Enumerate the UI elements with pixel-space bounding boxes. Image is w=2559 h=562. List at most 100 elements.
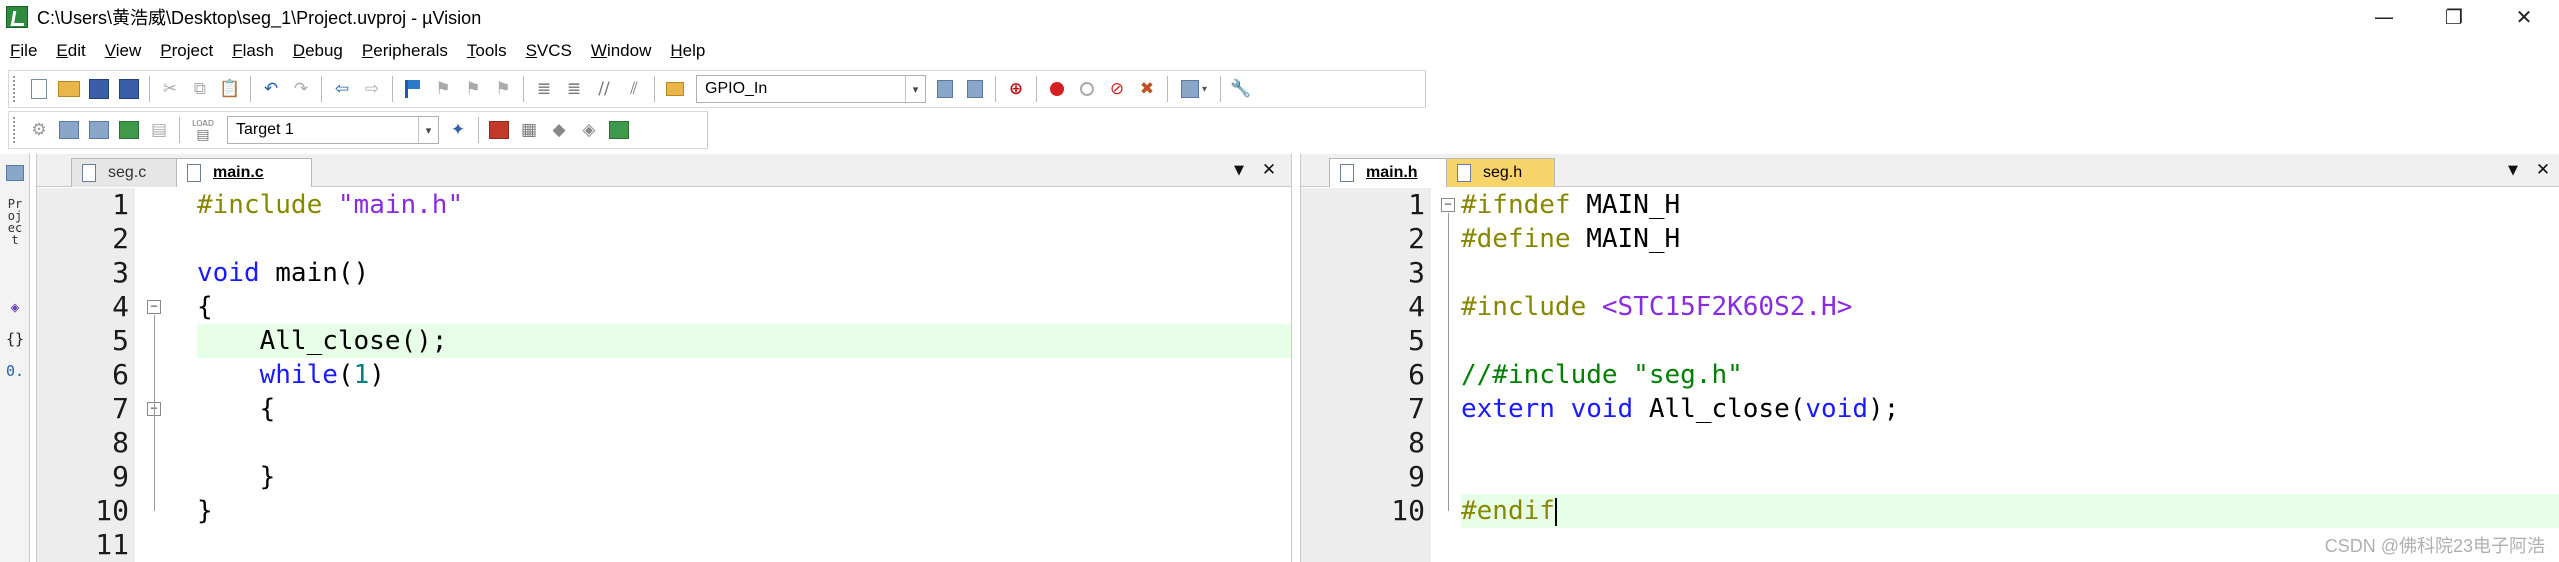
menu-view[interactable]: View — [105, 41, 142, 61]
code-line[interactable] — [197, 426, 1291, 460]
find-button[interactable] — [930, 74, 960, 104]
code-line[interactable]: } — [197, 494, 1291, 528]
close-tab-icon[interactable]: ✕ — [1259, 160, 1279, 180]
code-line[interactable] — [1461, 426, 2559, 460]
code-line[interactable]: #include "main.h" — [197, 188, 1291, 222]
code-line[interactable]: #define MAIN_H — [1461, 222, 2559, 256]
translate-button[interactable]: ⚙ — [24, 115, 54, 145]
templates-tab-icon[interactable]: 0. — [4, 360, 26, 382]
component-view-button[interactable] — [604, 115, 634, 145]
chevron-down-icon[interactable]: ▾ — [905, 76, 925, 102]
new-file-button[interactable] — [24, 74, 54, 104]
code-editor-right[interactable]: #ifndef MAIN_H #define MAIN_H #include <ST… — [1461, 188, 2559, 562]
menu-file[interactable]: File — [10, 41, 37, 61]
select-packs-button[interactable]: ▦ — [514, 115, 544, 145]
paste-button[interactable]: 📋 — [215, 74, 245, 104]
toolbar-separator — [523, 76, 524, 102]
menu-peripherals[interactable]: Peripherals — [362, 41, 448, 61]
manage-project-items-button[interactable] — [484, 115, 514, 145]
fold-toggle-icon[interactable]: − — [147, 300, 161, 314]
manage-rte-button[interactable]: ◆ — [544, 115, 574, 145]
fold-toggle-icon[interactable]: − — [1441, 198, 1455, 212]
code-line[interactable]: #endif — [1461, 494, 2559, 528]
code-line[interactable]: #include <STC15F2K60S2.H> — [1461, 290, 2559, 324]
save-all-button[interactable] — [114, 74, 144, 104]
code-line[interactable]: #ifndef MAIN_H — [1461, 188, 2559, 222]
build-button[interactable] — [54, 115, 84, 145]
download-button[interactable]: LOAD ▤ — [185, 115, 221, 145]
indent-button[interactable]: ≣ — [529, 74, 559, 104]
configure-button[interactable]: 🔧 — [1226, 74, 1256, 104]
tab-seg-h[interactable]: seg.h — [1446, 158, 1555, 187]
code-line[interactable]: while(1) — [197, 358, 1291, 392]
project-window-icon[interactable] — [4, 162, 26, 184]
target-combo[interactable]: Target 1 ▾ — [227, 116, 439, 144]
stop-build-button[interactable]: ▤ — [144, 115, 174, 145]
menu-help[interactable]: Help — [670, 41, 705, 61]
redo-button[interactable]: ↷ — [286, 74, 316, 104]
bookmark-prev-button[interactable]: ⚑ — [428, 74, 458, 104]
find-combo[interactable]: GPIO_In ▾ — [696, 75, 926, 103]
code-line[interactable] — [1461, 256, 2559, 290]
code-line[interactable] — [197, 528, 1291, 562]
books-tab-icon[interactable]: ◈ — [4, 296, 26, 318]
code-line[interactable]: void main() — [197, 256, 1291, 290]
tab-list-dropdown-icon[interactable]: ▼ — [2503, 160, 2523, 180]
code-line[interactable] — [1461, 324, 2559, 358]
close-tab-icon[interactable]: ✕ — [2533, 160, 2553, 180]
comment-button[interactable]: // — [589, 74, 619, 104]
menu-edit[interactable]: Edit — [56, 41, 85, 61]
bookmark-toggle-button[interactable] — [398, 74, 428, 104]
code-line[interactable]: extern void All_close(void); — [1461, 392, 2559, 426]
open-file-button[interactable] — [54, 74, 84, 104]
functions-tab-icon[interactable]: {} — [4, 328, 26, 350]
menu-flash[interactable]: Flash — [232, 41, 274, 61]
close-window-button[interactable]: ✕ — [2489, 0, 2559, 34]
toolbar-grip[interactable] — [13, 76, 19, 102]
code-line[interactable] — [197, 222, 1291, 256]
unindent-button[interactable]: ≣ — [559, 74, 589, 104]
code-token: #endif — [1461, 496, 1555, 526]
code-line[interactable]: } — [197, 460, 1291, 494]
batch-build-button[interactable] — [114, 115, 144, 145]
copy-button[interactable]: ⧉ — [185, 74, 215, 104]
kill-all-breakpoints-button[interactable]: ✖ — [1132, 74, 1162, 104]
pack-installer-button[interactable]: ◈ — [574, 115, 604, 145]
bookmark-clear-button[interactable]: ⚑ — [488, 74, 518, 104]
cut-button[interactable]: ✂ — [155, 74, 185, 104]
code-line[interactable]: { — [197, 290, 1291, 324]
tab-main-c[interactable]: main.c — [176, 158, 312, 187]
toolbar-grip[interactable] — [13, 117, 19, 143]
debug-session-button[interactable]: ⊕ — [1001, 74, 1031, 104]
disable-all-breakpoints-button[interactable]: ⊘ — [1102, 74, 1132, 104]
menu-window[interactable]: Window — [591, 41, 651, 61]
project-tab-label[interactable]: Project — [5, 198, 25, 246]
chevron-down-icon[interactable]: ▾ — [418, 117, 438, 143]
save-button[interactable] — [84, 74, 114, 104]
code-editor-left[interactable]: #include "main.h" void main(){ All_close(… — [197, 188, 1291, 562]
rebuild-button[interactable] — [84, 115, 114, 145]
menu-debug[interactable]: Debug — [293, 41, 343, 61]
enable-breakpoint-button[interactable] — [1072, 74, 1102, 104]
minimize-button[interactable]: — — [2349, 0, 2419, 34]
tab-main-h[interactable]: main.h — [1329, 158, 1464, 187]
code-line[interactable] — [1461, 460, 2559, 494]
tab-list-dropdown-icon[interactable]: ▼ — [1229, 160, 1249, 180]
menu-project[interactable]: Project — [160, 41, 213, 61]
uncomment-button[interactable]: ⫽ — [619, 74, 649, 104]
menu-tools[interactable]: Tools — [467, 41, 507, 61]
target-options-button[interactable]: ✦ — [443, 115, 473, 145]
navigate-forward-button[interactable]: ⇨ — [357, 74, 387, 104]
insert-breakpoint-button[interactable] — [1042, 74, 1072, 104]
find-in-files-icon-button[interactable] — [660, 74, 690, 104]
code-line[interactable]: { — [197, 392, 1291, 426]
find-replace-button[interactable] — [960, 74, 990, 104]
code-line[interactable]: All_close(); — [197, 324, 1291, 358]
bookmark-next-button[interactable]: ⚑ — [458, 74, 488, 104]
window-layout-button[interactable]: ▾ — [1173, 74, 1215, 104]
undo-button[interactable]: ↶ — [256, 74, 286, 104]
menu-svcs[interactable]: SVCS — [526, 41, 572, 61]
restore-button[interactable]: ❐ — [2419, 0, 2489, 34]
code-line[interactable]: //#include "seg.h" — [1461, 358, 2559, 392]
navigate-back-button[interactable]: ⇦ — [327, 74, 357, 104]
